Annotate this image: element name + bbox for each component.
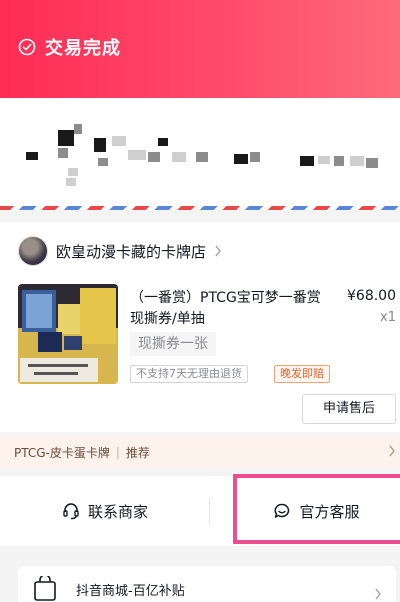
contact-merchant-label: 联系商家 <box>87 502 148 521</box>
chevron-right-icon <box>375 588 381 600</box>
order-status-banner: 交易完成 <box>0 0 400 98</box>
product-thumbnail[interactable] <box>18 284 118 384</box>
promo-label: 抖音商城-百亿补贴 <box>76 584 185 599</box>
no-return-tag: 不支持7天无理由退货 <box>130 365 248 383</box>
contact-merchant-button[interactable]: 联系商家 <box>0 476 210 546</box>
product-price: ¥68.00 <box>347 288 396 304</box>
recommend-label: 推荐 <box>125 445 150 460</box>
recommend-item: PTCG-皮卡蛋卡牌 <box>14 445 110 460</box>
address-card[interactable] <box>0 98 400 210</box>
airmail-border <box>0 206 400 210</box>
product-image <box>18 284 118 384</box>
order-status-row: 交易完成 <box>18 34 121 60</box>
check-circle-icon <box>18 38 36 56</box>
chevron-right-icon <box>215 245 221 257</box>
contact-bar: 联系商家 官方客服 <box>0 476 400 546</box>
product-quantity: x1 <box>380 310 396 325</box>
chat-bubble-icon <box>275 503 290 518</box>
shopping-bag-icon <box>34 576 56 601</box>
shop-row[interactable]: 欧皇动漫卡藏的卡牌店 <box>18 236 222 266</box>
order-status-title: 交易完成 <box>45 38 121 59</box>
official-service-label: 官方客服 <box>299 502 360 521</box>
product-title[interactable]: （一番赏）PTCG宝可梦一番赏现撕券/单抽 <box>130 288 330 330</box>
chevron-right-icon <box>389 445 395 457</box>
recommend-strip[interactable]: PTCG-皮卡蛋卡牌 | 推荐 <box>0 436 400 468</box>
product-variant: 现撕券一张 <box>130 332 216 356</box>
redacted-address-info <box>0 98 400 198</box>
order-card: 欧皇动漫卡藏的卡牌店 （一番赏）PTCG宝可梦一番赏现撕券/单抽 ¥68.00 … <box>0 222 400 432</box>
separator: | <box>115 445 120 459</box>
official-service-button[interactable]: 官方客服 <box>233 476 400 546</box>
shop-name: 欧皇动漫卡藏的卡牌店 <box>56 242 207 261</box>
divider <box>209 498 210 524</box>
headset-icon <box>63 503 79 520</box>
apply-after-sale-button[interactable]: 申请售后 <box>302 394 396 424</box>
late-compensation-tag: 晚发即赔 <box>274 365 330 383</box>
avatar <box>18 236 48 266</box>
promo-card[interactable]: 抖音商城-百亿补贴 <box>18 566 396 602</box>
